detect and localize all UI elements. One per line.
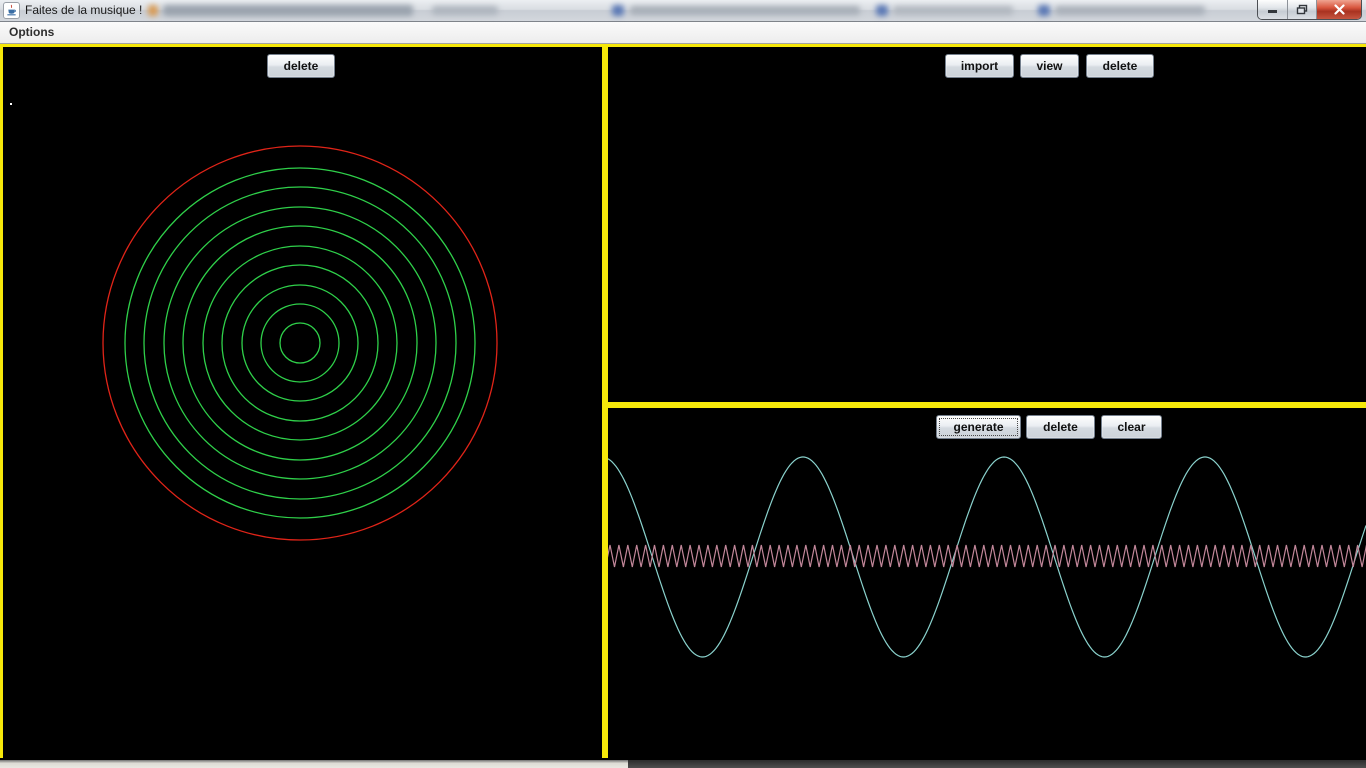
content-area: delete import view delete generate delet… — [0, 44, 1366, 768]
minimize-button[interactable] — [1258, 0, 1288, 19]
blurred-window-text — [893, 6, 1013, 15]
restore-button[interactable] — [1288, 0, 1317, 19]
window-title: Faites de la musique ! — [25, 0, 142, 21]
import-button[interactable]: import — [945, 54, 1014, 78]
blurred-window-text — [148, 5, 158, 16]
java-coffee-cup-icon[interactable] — [3, 2, 20, 19]
yellow-border-left — [0, 44, 3, 758]
menu-bar: Options — [0, 22, 1366, 44]
blurred-window-text — [630, 6, 860, 15]
stray-dot — [10, 103, 12, 105]
blurred-window-text — [1055, 6, 1205, 15]
bottom-frame-right — [628, 760, 1366, 768]
waves-panel[interactable] — [608, 408, 1366, 760]
yellow-border-top — [0, 44, 1366, 47]
menu-options[interactable]: Options — [0, 22, 63, 43]
blurred-window-text — [1038, 5, 1050, 16]
yellow-divider-vertical — [602, 44, 608, 758]
circles-canvas — [3, 47, 602, 758]
delete-library-button[interactable]: delete — [1086, 54, 1154, 78]
window-controls — [1257, 0, 1362, 20]
close-icon[interactable] — [1317, 0, 1361, 19]
clear-button[interactable]: clear — [1101, 415, 1162, 439]
delete-circles-button[interactable]: delete — [267, 54, 335, 78]
app-window: Faites de la musique ! — [0, 0, 1366, 768]
blurred-window-text — [163, 5, 413, 16]
title-bar: Faites de la musique ! — [0, 0, 1366, 22]
blurred-window-text — [876, 5, 888, 16]
view-button[interactable]: view — [1020, 54, 1079, 78]
blurred-window-text — [432, 6, 498, 15]
generate-button[interactable]: generate — [936, 415, 1021, 439]
circles-panel[interactable] — [3, 47, 602, 758]
bottom-frame-left — [0, 760, 628, 768]
waves-canvas — [608, 408, 1366, 760]
blurred-window-text — [612, 5, 624, 16]
library-panel[interactable] — [608, 47, 1366, 402]
yellow-divider-horizontal — [602, 402, 1366, 408]
delete-waves-button[interactable]: delete — [1026, 415, 1095, 439]
